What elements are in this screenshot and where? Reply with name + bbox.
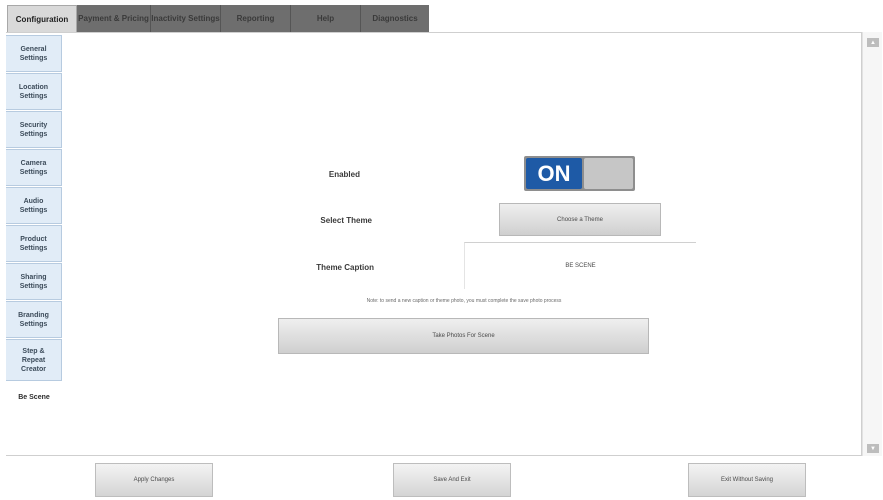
- sidebar-item-camera-settings[interactable]: Camera Settings: [6, 149, 62, 186]
- sidebar-item-be-scene[interactable]: Be Scene: [6, 385, 62, 409]
- select-theme-button[interactable]: Choose a Theme: [499, 203, 661, 236]
- tab-diagnostics[interactable]: Diagnostics: [361, 5, 429, 32]
- enabled-label: Enabled: [328, 170, 360, 179]
- toggle-on-label: ON: [526, 158, 582, 189]
- select-theme-label: Select Theme: [320, 216, 372, 225]
- sidebar-item-branding-settings[interactable]: Branding Settings: [6, 301, 62, 338]
- sidebar-item-location-settings[interactable]: Location Settings: [6, 73, 62, 110]
- save-and-exit-button[interactable]: Save And Exit: [393, 463, 511, 497]
- tab-help[interactable]: Help: [291, 5, 361, 32]
- sidebar-item-security-settings[interactable]: Security Settings: [6, 111, 62, 148]
- toggle-off-knob: [584, 158, 633, 189]
- scroll-up-icon[interactable]: ▲: [867, 38, 879, 47]
- tab-configuration[interactable]: Configuration: [7, 5, 77, 32]
- take-photos-button[interactable]: Take Photos For Scene: [278, 318, 649, 354]
- tab-inactivity-settings[interactable]: Inactivity Settings: [151, 5, 221, 32]
- sidebar-item-audio-settings[interactable]: Audio Settings: [6, 187, 62, 224]
- sidebar-item-sharing-settings[interactable]: Sharing Settings: [6, 263, 62, 300]
- help-text: Note: to send a new caption or theme pho…: [366, 298, 562, 304]
- sidebar-item-general-settings[interactable]: General Settings: [6, 35, 62, 72]
- scroll-down-icon[interactable]: ▼: [867, 444, 879, 453]
- sidebar-item-product-settings[interactable]: Product Settings: [6, 225, 62, 262]
- tab-payment-pricing[interactable]: Payment & Pricing: [77, 5, 151, 32]
- enabled-toggle[interactable]: ON: [524, 156, 635, 191]
- theme-caption-field[interactable]: BE SCENE: [464, 242, 696, 289]
- vertical-scrollbar[interactable]: ▲ ▼: [862, 32, 882, 456]
- exit-without-saving-button[interactable]: Exit Without Saving: [688, 463, 806, 497]
- tab-reporting[interactable]: Reporting: [221, 5, 291, 32]
- content-frame: [6, 32, 862, 456]
- apply-changes-button[interactable]: Apply Changes: [95, 463, 213, 497]
- sidebar-item-step-repeat-creator[interactable]: Step & Repeat Creator: [6, 339, 62, 381]
- theme-caption-label: Theme Caption: [316, 263, 374, 272]
